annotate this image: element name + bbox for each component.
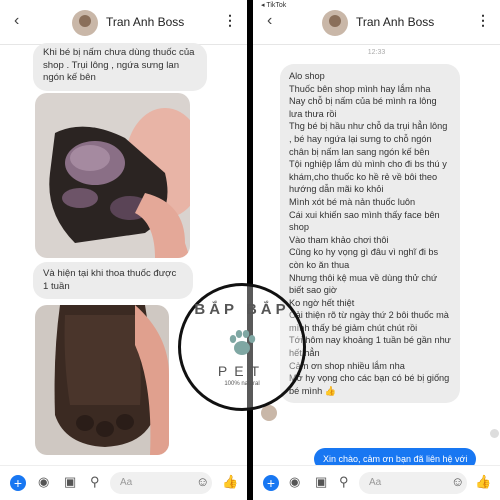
camera-icon[interactable]: ◉ [289, 475, 300, 489]
back-arrow-icon[interactable]: ‹ [267, 12, 272, 30]
plus-icon[interactable]: + [263, 475, 279, 491]
input-placeholder: Aa [369, 477, 382, 488]
input-placeholder: Aa [120, 477, 133, 488]
plus-icon[interactable]: + [10, 475, 26, 491]
back-arrow-icon[interactable]: ‹ [14, 12, 19, 30]
more-options-icon[interactable]: ⋮ [223, 12, 237, 28]
brand-logo-watermark: BẮP BẮP PET 100% natural [178, 283, 306, 411]
contact-mini-avatar [261, 405, 277, 421]
image-icon[interactable]: ▣ [64, 475, 76, 489]
paw-icon [229, 330, 256, 355]
image-icon[interactable]: ▣ [315, 475, 327, 489]
contact-name[interactable]: Tran Anh Boss [356, 15, 434, 29]
contact-avatar[interactable] [322, 10, 348, 36]
photo-paw-before[interactable] [35, 93, 190, 258]
message-composer: + ◉ ▣ ⚲ Aa ☺ 👍 [0, 465, 247, 500]
message-bubble: Và hiện tại khi thoa thuốc được 1 tuần [33, 262, 193, 300]
right-chat-screen: ◂ TikTok ‹ Tran Anh Boss ⋮ 12:33 Alo sho… [253, 0, 500, 500]
camera-icon[interactable]: ◉ [38, 475, 49, 489]
logo-top-text: BẮP BẮP [194, 301, 290, 318]
left-chat-screen: ‹ Tran Anh Boss ⋮ Khi bé bị nấm chưa dùn… [0, 0, 247, 500]
message-timestamp: 12:33 [367, 49, 386, 56]
microphone-icon[interactable]: ⚲ [90, 475, 100, 489]
screenshot-collage: ‹ Tran Anh Boss ⋮ Khi bé bị nấm chưa dùn… [0, 0, 500, 500]
carrier-label[interactable]: ◂ TikTok [261, 1, 286, 9]
emoji-icon[interactable]: ☺ [196, 475, 209, 489]
contact-name[interactable]: Tran Anh Boss [106, 15, 184, 29]
microphone-icon[interactable]: ⚲ [339, 475, 349, 489]
chat-header: ◂ TikTok ‹ Tran Anh Boss ⋮ [253, 0, 500, 45]
emoji-icon[interactable]: ☺ [451, 475, 464, 489]
contact-avatar[interactable] [72, 10, 98, 36]
message-bubble: Khi bé bị nấm chưa dùng thuốc của shop .… [33, 43, 207, 91]
logo-subtitle: 100% natural [224, 381, 260, 387]
more-options-icon[interactable]: ⋮ [476, 12, 490, 28]
photo-paw-after[interactable] [35, 305, 169, 455]
chat-header: ‹ Tran Anh Boss ⋮ [0, 0, 247, 45]
seen-indicator [490, 429, 499, 438]
like-icon[interactable]: 👍 [222, 475, 238, 489]
message-bubble: Alo shop Thuốc bên shop mình hay lắm nha… [280, 64, 460, 404]
logo-bottom-text: PET [217, 363, 267, 379]
message-composer: + ◉ ▣ ⚲ Aa ☺ 👍 [253, 465, 500, 500]
like-icon[interactable]: 👍 [475, 475, 491, 489]
